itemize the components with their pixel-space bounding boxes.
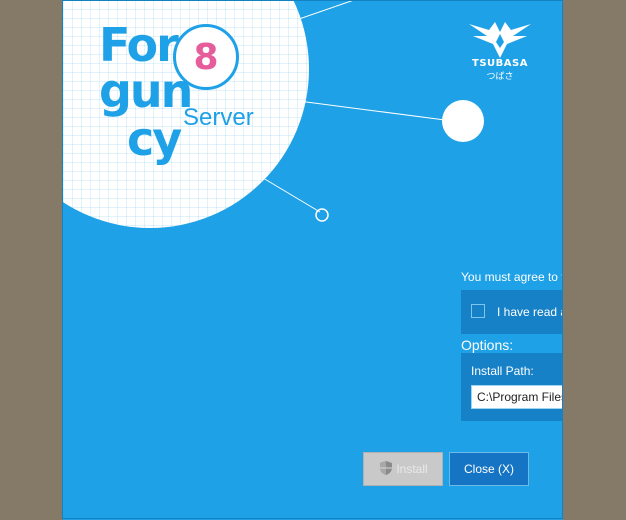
uac-shield-icon <box>378 460 394 479</box>
install-button-label: Install <box>396 462 428 476</box>
agree-checkbox[interactable] <box>471 304 485 318</box>
close-button-label: Close (X) <box>463 462 514 476</box>
license-panel: I have read a <box>461 290 563 334</box>
tsubasa-logo: TSUBASA つばさ <box>465 18 535 82</box>
install-path-input[interactable]: C:\Program Files <box>471 385 563 409</box>
logo-text-cy: cy <box>127 112 182 166</box>
edition-label: Server <box>183 104 254 131</box>
install-button[interactable]: Install <box>363 452 443 486</box>
agree-checkbox-label[interactable]: I have read a <box>497 305 563 319</box>
wing-icon <box>469 22 531 58</box>
brand-subtitle: つばさ <box>486 72 514 82</box>
brand-name: TSUBASA <box>472 58 528 69</box>
logo-circle: For gun cy 8 Server <box>63 0 309 228</box>
options-title: Options: <box>461 337 514 353</box>
license-prompt: You must agree to t <box>461 270 563 284</box>
version-badge: 8 <box>173 24 239 90</box>
options-panel: Install Path: C:\Program Files <box>461 353 563 421</box>
installer-window: For gun cy 8 Server TSUBASA つばさ You must… <box>63 0 563 520</box>
close-button[interactable]: Close (X) <box>449 452 529 486</box>
install-path-label: Install Path: <box>471 364 534 378</box>
decorative-dot-small <box>315 208 329 222</box>
decorative-dot-large <box>442 100 484 142</box>
